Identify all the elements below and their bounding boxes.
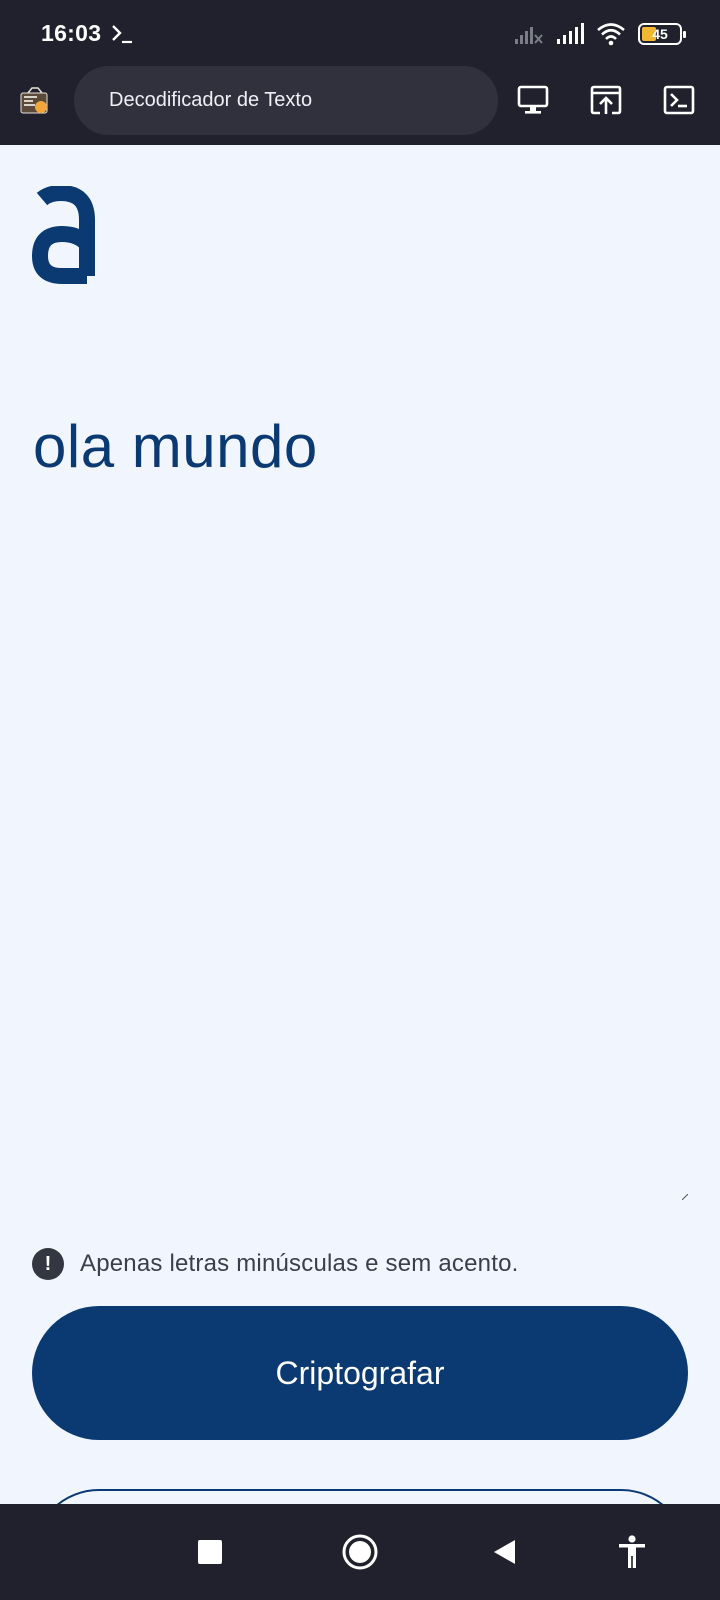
battery-level: 45 [652, 26, 668, 42]
back-button[interactable] [481, 1528, 529, 1576]
back-icon [494, 1540, 515, 1564]
terminal-button[interactable] [661, 83, 697, 117]
desktop-icon [517, 85, 549, 114]
resize-handle-icon[interactable] [682, 1194, 688, 1200]
recents-button[interactable] [186, 1528, 234, 1576]
open-in-browser-button[interactable] [588, 83, 624, 117]
status-bar: 16:03 45 [0, 0, 720, 66]
encrypt-button[interactable]: Criptografar [32, 1306, 688, 1440]
page-title: Decodificador de Texto [109, 89, 313, 111]
status-time: 16:03 [41, 20, 102, 46]
battery-tip [683, 31, 686, 38]
brand-logo [31, 186, 95, 284]
hint: ! Apenas letras minúsculas e sem acento. [32, 1248, 519, 1280]
home-button[interactable] [336, 1528, 384, 1576]
accessibility-button[interactable] [608, 1528, 656, 1576]
desktop-button[interactable] [515, 83, 551, 117]
accessibility-icon [619, 1535, 645, 1568]
battery-icon: 45 [638, 23, 686, 45]
home-icon [342, 1534, 378, 1570]
alert-icon: ! [32, 1248, 64, 1280]
signal-icon [557, 23, 584, 44]
wifi-icon [597, 23, 625, 46]
recents-icon [198, 1540, 222, 1564]
hint-text: Apenas letras minúsculas e sem acento. [80, 1250, 519, 1277]
title-pill[interactable]: Decodificador de Texto [74, 66, 498, 135]
navigation-bar [0, 1504, 720, 1600]
terminal-prompt-icon [112, 25, 132, 44]
encrypt-button-label: Criptografar [275, 1354, 445, 1391]
app-bar: Decodificador de Texto [0, 66, 720, 145]
app-logo-icon [20, 87, 48, 114]
signal-off-icon [515, 27, 543, 44]
open-in-browser-icon [590, 85, 622, 115]
terminal-icon [663, 85, 695, 115]
status-icons: 45 [514, 22, 686, 46]
message-input[interactable]: ola mundo [33, 412, 318, 481]
